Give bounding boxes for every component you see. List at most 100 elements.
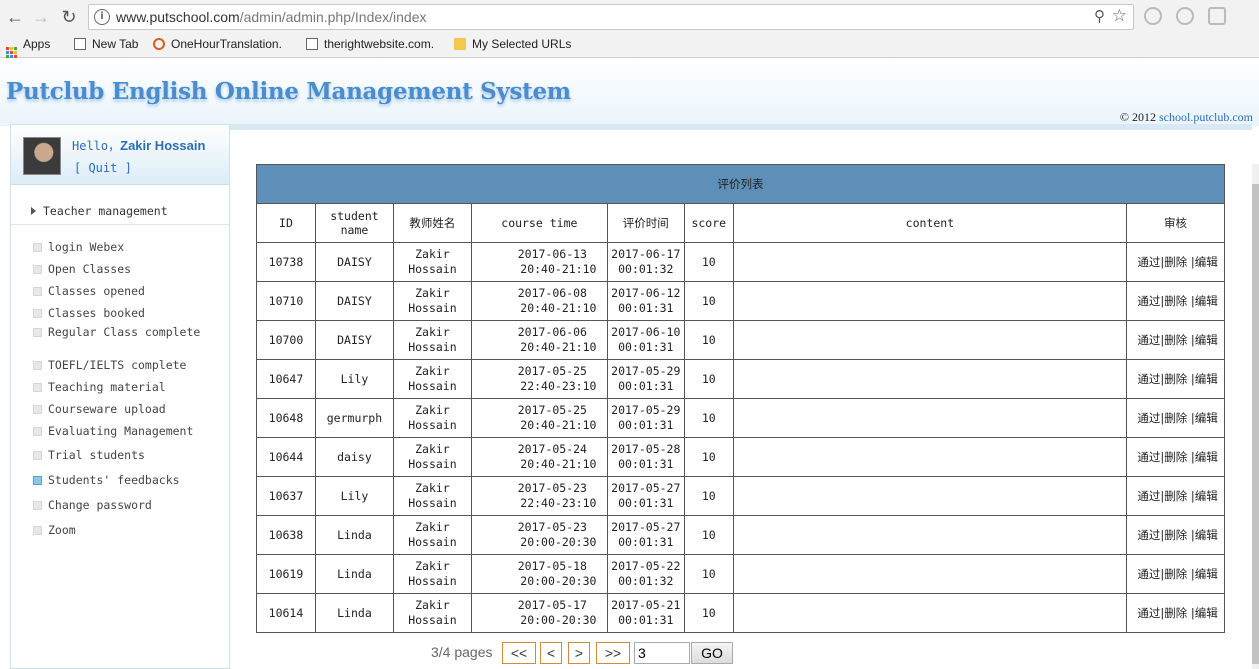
course-date: 2017-05-25 (517, 403, 587, 417)
edit-link[interactable]: 编辑 (1195, 333, 1218, 347)
delete-link[interactable]: 删除 (1164, 567, 1187, 581)
cell-student: Lily (314, 476, 394, 516)
sidebar-item[interactable]: Zoom (33, 523, 223, 538)
sidebar-item[interactable]: TOEFL/IELTS complete (33, 358, 223, 373)
table-row: 10710 DAISY Zakir Hossain 2017-06-08 20:40-2… (256, 281, 1225, 321)
copyright-link[interactable]: school.putclub.com (1159, 110, 1253, 124)
folder-icon (454, 38, 466, 50)
edit-link[interactable]: 编辑 (1195, 294, 1218, 308)
go-button[interactable]: GO (691, 642, 733, 664)
bookmark-apps[interactable]: Apps (6, 37, 50, 58)
course-date: 2017-05-18 (517, 559, 587, 573)
approve-link[interactable]: 通过 (1137, 372, 1160, 386)
table-row: 10614 Linda Zakir Hossain 2017-05-17 20:00-2… (256, 593, 1225, 633)
approve-link[interactable]: 通过 (1137, 411, 1160, 425)
delete-link[interactable]: 删除 (1164, 450, 1187, 464)
course-date: 2017-05-17 (517, 598, 587, 612)
bookmark-onehourtranslation[interactable]: OneHourTranslation. (153, 37, 282, 51)
reload-icon[interactable]: ↻ (58, 6, 80, 28)
greeting-prefix: Hello， (72, 139, 121, 153)
sidebar-item[interactable]: Students' feedbacks (33, 473, 223, 488)
prev-page-button[interactable]: < (540, 642, 562, 664)
table-row: 10647 Lily Zakir Hossain 2017-05-25 22:40-23… (256, 359, 1225, 399)
approve-link[interactable]: 通过 (1137, 606, 1160, 620)
course-slot: 20:00-20:30 (520, 613, 597, 627)
delete-link[interactable]: 删除 (1164, 333, 1187, 347)
cell-content (732, 281, 1128, 321)
delete-link[interactable]: 删除 (1164, 489, 1187, 503)
forward-arrow-icon[interactable]: → (30, 6, 52, 28)
sidebar-item[interactable]: Teaching material (33, 380, 223, 395)
bookmarks-bar: Apps New Tab OneHourTranslation. therigh… (0, 34, 1259, 58)
edit-link[interactable]: 编辑 (1195, 411, 1218, 425)
first-page-button[interactable]: << (502, 642, 536, 664)
edit-link[interactable]: 编辑 (1195, 567, 1218, 581)
zoom-icon[interactable]: ⚲ (1094, 7, 1105, 25)
bullet-square-icon (33, 309, 42, 318)
approve-link[interactable]: 通过 (1137, 450, 1160, 464)
scrollbar-thumb[interactable] (1252, 184, 1259, 664)
approve-link[interactable]: 通过 (1137, 333, 1160, 347)
sidebar-item-label: Change password (48, 498, 152, 512)
page-header: Putclub English Online Management System… (0, 58, 1259, 126)
extension-icon[interactable] (1144, 7, 1162, 25)
eval-date: 2017-05-21 (611, 598, 681, 612)
delete-link[interactable]: 删除 (1164, 606, 1187, 620)
site-info-icon[interactable]: i (94, 9, 110, 25)
course-slot: 20:40-21:10 (520, 418, 597, 432)
scrollbar[interactable] (1252, 164, 1259, 669)
bookmark-new-tab[interactable]: New Tab (74, 37, 138, 51)
address-bar[interactable]: i www.putschool.com/admin/admin.php/Inde… (88, 4, 1134, 30)
delete-link[interactable]: 删除 (1164, 294, 1187, 308)
last-page-button[interactable]: >> (596, 642, 630, 664)
bullet-square-icon (33, 383, 42, 392)
back-arrow-icon[interactable]: ← (4, 6, 26, 28)
bookmark-label: OneHourTranslation. (171, 37, 282, 51)
table-row: 10648 germurph Zakir Hossain 2017-05-25 20:4… (256, 398, 1225, 438)
extension-icon[interactable] (1176, 7, 1194, 25)
delete-link[interactable]: 删除 (1164, 255, 1187, 269)
edit-link[interactable]: 编辑 (1195, 372, 1218, 386)
cell-eval-time: 2017-05-27 00:01:31 (606, 476, 685, 516)
user-box: Hello，Zakir Hossain [ Quit ] (11, 125, 229, 185)
approve-link[interactable]: 通过 (1137, 528, 1160, 542)
cell-actions: 通过|删除 |编辑 (1126, 398, 1225, 438)
delete-link[interactable]: 删除 (1164, 411, 1187, 425)
extension-icon[interactable] (1208, 7, 1226, 25)
sidebar-item[interactable]: Courseware upload (33, 402, 223, 417)
sidebar-item[interactable]: Change password (33, 498, 223, 513)
sidebar-item[interactable]: Classes booked (33, 306, 223, 321)
edit-link[interactable]: 编辑 (1195, 255, 1218, 269)
course-date: 2017-06-08 (517, 286, 587, 300)
approve-link[interactable]: 通过 (1137, 567, 1160, 581)
sidebar-item[interactable]: login Webex (33, 240, 223, 255)
approve-link[interactable]: 通过 (1137, 489, 1160, 503)
cell-teacher: Zakir Hossain (392, 515, 472, 555)
delete-link[interactable]: 删除 (1164, 528, 1187, 542)
approve-link[interactable]: 通过 (1137, 294, 1160, 308)
sidebar-item[interactable]: Evaluating Management (33, 424, 223, 439)
sidebar-item[interactable]: Trial students (33, 448, 223, 463)
bookmark-therightwebsite[interactable]: therightwebsite.com. (306, 37, 434, 51)
page-number-input[interactable] (634, 642, 690, 664)
teacher-management-section[interactable]: Teacher management (11, 201, 229, 225)
edit-link[interactable]: 编辑 (1195, 450, 1218, 464)
next-page-button[interactable]: > (568, 642, 590, 664)
cell-content (732, 320, 1128, 360)
bookmark-my-selected-urls[interactable]: My Selected URLs (454, 37, 571, 51)
sidebar-item[interactable]: Regular Class complete (33, 325, 223, 340)
bookmark-star-icon[interactable]: ☆ (1112, 6, 1127, 26)
eval-date: 2017-05-27 (611, 481, 681, 495)
sidebar-item[interactable]: Open Classes (33, 262, 223, 277)
quit-link[interactable]: [ Quit ] (74, 161, 132, 175)
cell-score: 10 (683, 242, 734, 282)
delete-link[interactable]: 删除 (1164, 372, 1187, 386)
sidebar-item[interactable]: Classes opened (33, 284, 223, 299)
url-text[interactable]: www.putschool.com/admin/admin.php/Index/… (116, 9, 427, 25)
edit-link[interactable]: 编辑 (1195, 489, 1218, 503)
cell-eval-time: 2017-05-22 00:01:32 (606, 554, 685, 594)
edit-link[interactable]: 编辑 (1195, 528, 1218, 542)
eval-time: 00:01:31 (618, 613, 674, 627)
edit-link[interactable]: 编辑 (1195, 606, 1218, 620)
approve-link[interactable]: 通过 (1137, 255, 1160, 269)
